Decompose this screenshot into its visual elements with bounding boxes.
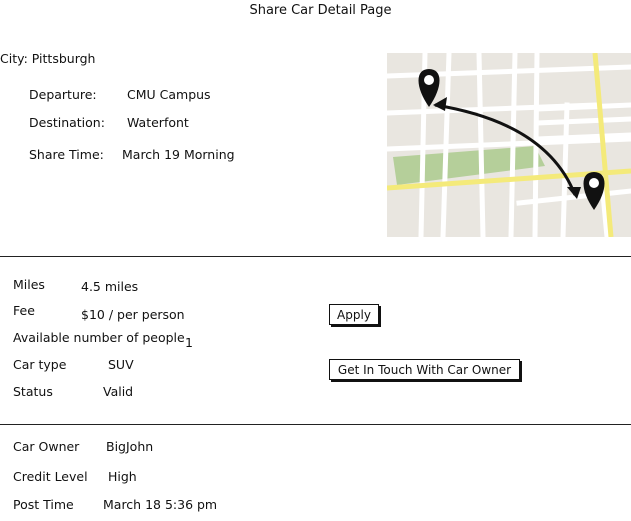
status-label: Status	[13, 384, 53, 399]
car-owner-label: Car Owner	[13, 439, 80, 454]
contact-owner-button[interactable]: Get In Touch With Car Owner	[329, 359, 520, 380]
credit-level-value: High	[108, 469, 137, 484]
page-title: Share Car Detail Page	[249, 3, 392, 18]
car-type-value: SUV	[108, 357, 134, 372]
map-image	[387, 53, 631, 237]
share-time-label: Share Time:	[29, 147, 104, 162]
credit-level-label: Credit Level	[13, 469, 88, 484]
miles-label: Miles	[13, 277, 45, 292]
city-row: City: Pittsburgh	[0, 51, 95, 66]
city-label: City:	[0, 51, 28, 66]
city-value: Pittsburgh	[31, 51, 96, 66]
status-value: Valid	[103, 384, 134, 399]
apply-button[interactable]: Apply	[329, 304, 379, 325]
post-time-value: March 18 5:36 pm	[103, 497, 218, 512]
fee-label: Fee	[13, 303, 35, 318]
route-map[interactable]	[387, 53, 631, 237]
available-people-label: Available number of people	[13, 330, 185, 345]
post-time-label: Post Time	[13, 497, 74, 512]
available-people-value: 1	[185, 335, 193, 350]
share-time-value: March 19 Morning	[122, 147, 235, 162]
section-divider	[0, 256, 631, 257]
section-divider	[0, 424, 631, 425]
car-type-label: Car type	[13, 357, 67, 372]
destination-label: Destination:	[29, 115, 105, 130]
miles-value: 4.5 miles	[81, 279, 139, 294]
car-owner-value: BigJohn	[106, 439, 154, 454]
departure-value: CMU Campus	[127, 87, 211, 102]
destination-value: Waterfont	[127, 115, 189, 130]
departure-label: Departure:	[29, 87, 97, 102]
fee-value: $10 / per person	[81, 307, 185, 322]
